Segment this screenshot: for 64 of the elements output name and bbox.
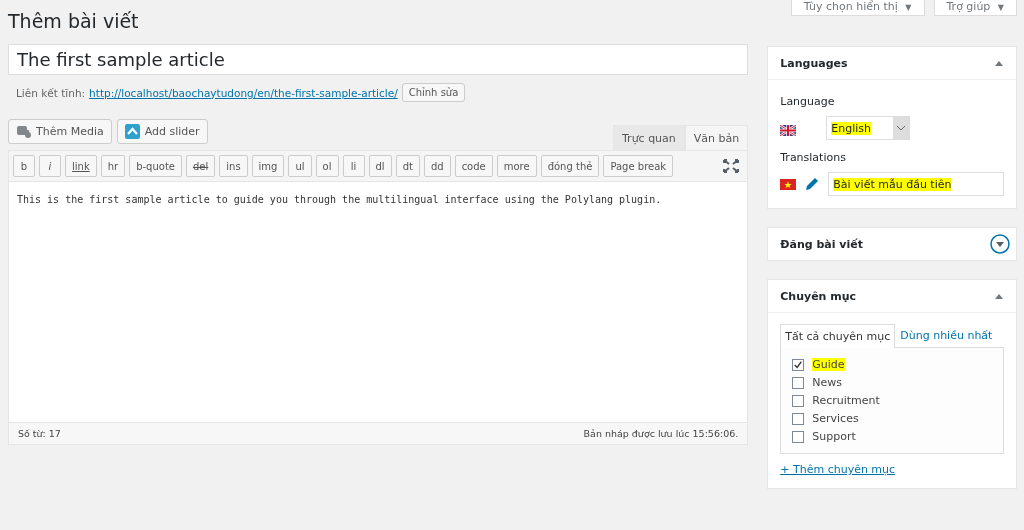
add-category-link[interactable]: + Thêm chuyên mục [780,463,896,476]
permalink-label: Liên kết tĩnh: [16,86,86,99]
panel-title: Chuyên mục [780,289,857,303]
quicktag-button[interactable]: b-quote [129,155,182,177]
content-text: This is the first sample article to guide you through the multilingual interface using the Polylang plugin. [17,194,662,205]
title-field[interactable]: The first sample article [8,44,749,75]
screen-option-button[interactable]: Tùy chọn hiển thị ▼ [790,0,925,16]
chevron-icon [124,124,140,139]
add-media-button[interactable]: Thêm Media [8,119,112,144]
panel-title: Đăng bài viết [780,237,863,251]
checkbox[interactable] [792,412,805,425]
page-title: Thêm bài viết [8,9,140,34]
field-label: Translations [780,151,847,164]
add-slider-button[interactable]: Add slider [116,119,208,144]
quicktag-button[interactable]: dd [423,155,451,177]
pencil-icon [804,176,821,192]
quicktag-button[interactable]: Page break [603,155,674,177]
quicktag-button[interactable]: b [13,155,35,177]
checkbox[interactable] [792,394,805,407]
expand-toggle-icon[interactable] [990,234,1010,254]
category-label: News [812,376,842,389]
quicktag-button[interactable]: dt [395,155,420,177]
quicktag-button[interactable]: ins [219,155,248,177]
quicktag-button[interactable]: hr [100,155,126,177]
permalink-link[interactable]: http://localhost/baochaytudong/en/the-first-sample-article/ [89,86,398,99]
collapse-arrow-icon[interactable] [994,292,1004,300]
edit-button[interactable]: Chỉnh sửa [401,83,466,102]
category-label: Services [812,412,859,425]
checkmark-icon [793,359,804,370]
category-label: Guide [812,358,845,371]
category-label: Support [812,430,856,443]
quicktag-button[interactable]: code [454,155,493,177]
flag-icon [780,178,797,190]
quicktag-button[interactable]: link [65,155,97,177]
caret-icon: ▼ [905,3,912,12]
editor-tab[interactable]: Văn bản [684,125,749,150]
media-icon [16,124,31,139]
fullscreen-icon [723,159,740,173]
word-count: Số từ: 17 [18,428,61,439]
editor-tab[interactable]: Trực quan [613,125,685,150]
quicktag-button[interactable]: img [251,155,285,177]
quicktag-button[interactable]: del [186,155,216,177]
caret-icon: ▼ [997,3,1004,12]
quicktag-button[interactable]: i [39,155,61,177]
category-tab[interactable]: Dùng nhiều nhất [895,323,998,347]
quicktag-button[interactable]: ul [288,155,312,177]
checkbox[interactable] [792,358,805,371]
checkbox[interactable] [792,430,805,443]
screen-option-button[interactable]: Trợ giúp ▼ [933,0,1017,16]
translation-field[interactable]: Bài viết mẫu đầu tiên [828,172,1004,196]
flag-icon [780,124,797,136]
quicktag-button[interactable]: ol [315,155,339,177]
checkbox[interactable] [792,376,805,389]
quicktag-button[interactable]: dl [368,155,392,177]
category-label: Recruitment [812,394,880,407]
field-label: Language [780,95,836,108]
collapse-arrow-icon[interactable] [994,59,1004,67]
panel-title: Languages [780,56,848,70]
quicktag-button[interactable]: li [342,155,365,177]
category-tab[interactable]: Tất cả chuyên mục [780,324,896,348]
autosave-status: Bản nháp được lưu lúc 15:56:06. [583,428,739,439]
quicktag-button[interactable]: đóng thẻ [540,155,600,177]
language-select[interactable]: English [826,116,911,140]
quicktag-button[interactable]: more [496,155,537,177]
